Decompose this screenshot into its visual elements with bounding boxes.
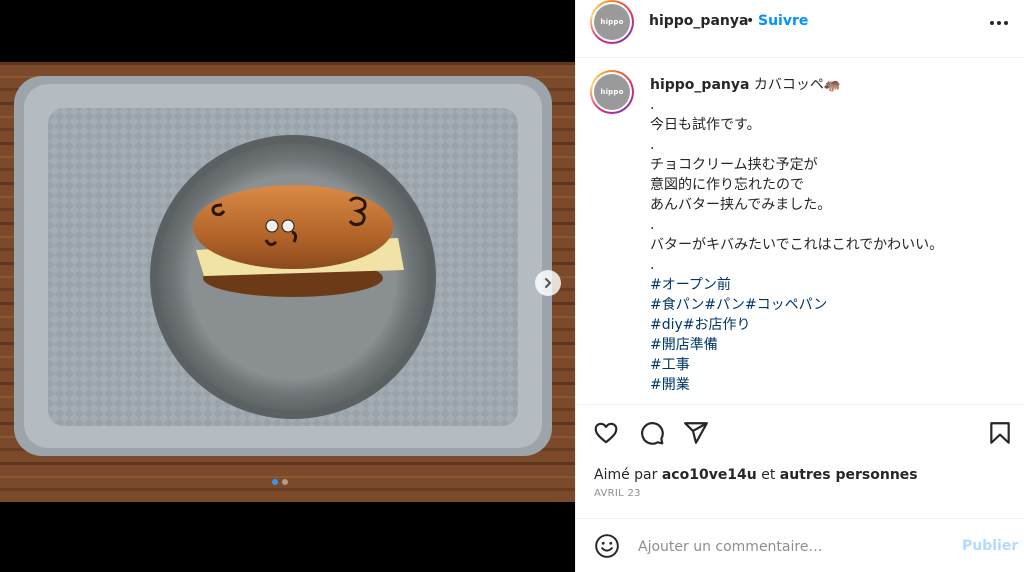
post-header: hippo hippo_panya • Suivre <box>576 0 1024 46</box>
others-link[interactable]: autres personnes <box>780 467 918 483</box>
hashtag-link[interactable]: #diy#お店作り <box>650 315 1010 335</box>
bookmark-icon <box>990 422 1010 444</box>
caption-first-line: hippo_panya カバコッペ🦛 <box>650 75 1010 95</box>
post-media <box>0 0 575 572</box>
more-dot-icon <box>990 21 994 25</box>
comment-input[interactable] <box>638 537 938 557</box>
hashtag-link[interactable]: #食パン#パン#コッペパン <box>650 295 1010 315</box>
likes-middle: et <box>761 467 776 483</box>
hashtag-link[interactable]: #オープン前 <box>650 275 1010 295</box>
post-photo[interactable] <box>0 62 575 502</box>
liker-username-link[interactable]: aco10ve14u <box>662 467 757 483</box>
comment-icon <box>641 422 664 445</box>
hashtag-link[interactable]: #開店準備 <box>650 335 1010 355</box>
hashtag-link[interactable]: #工事 <box>650 355 1010 375</box>
follow-button[interactable]: Suivre <box>758 13 808 29</box>
publish-button[interactable]: Publier <box>962 538 1018 554</box>
carousel-dot-2 <box>282 479 288 485</box>
likes-summary: Aimé par aco10ve14u et autres personnes <box>594 467 918 483</box>
likes-prefix: Aimé par <box>594 467 658 483</box>
comment-button[interactable] <box>638 419 666 447</box>
post-details-panel: hippo hippo_panya • Suivre hippo hippo_p… <box>575 0 1024 572</box>
caption-username-link[interactable]: hippo_panya <box>650 77 749 93</box>
like-button[interactable] <box>592 419 620 447</box>
header-separator: • <box>746 13 755 29</box>
avatar-border: hippo <box>592 2 632 42</box>
caption-avatar-ring[interactable]: hippo <box>590 70 634 114</box>
hashtag-link[interactable]: #開業 <box>650 375 1010 395</box>
avatar-story-ring[interactable]: hippo <box>590 0 634 44</box>
caption-line: . <box>650 217 655 233</box>
caption-avatar: hippo <box>594 74 630 110</box>
header-username-link[interactable]: hippo_panya <box>649 13 748 29</box>
chevron-right-icon <box>545 278 551 288</box>
caption-title: カバコッペ🦛 <box>753 77 842 93</box>
carousel-dots <box>272 479 288 485</box>
comment-bar: Publier <box>576 518 1024 572</box>
post-date[interactable]: AVRIL 23 <box>594 488 641 499</box>
emoji-button[interactable] <box>594 533 620 559</box>
caption-line: . <box>650 137 655 153</box>
caption-line: . <box>650 257 655 273</box>
caption-divider <box>576 404 1024 405</box>
caption-line: バターがキバみたいでこれはこれでかわいい。 <box>650 237 944 253</box>
caption-line: 今日も試作です。 <box>650 117 761 133</box>
more-dot-icon <box>1004 21 1008 25</box>
caption-line: あんバター挟んでみました。 <box>650 197 832 213</box>
caption-line: . <box>650 97 655 113</box>
caption-line: 意図的に作り忘れたので <box>650 177 804 193</box>
more-options-button[interactable] <box>988 12 1010 34</box>
carousel-dot-1 <box>272 479 278 485</box>
avatar: hippo <box>594 4 630 40</box>
caption-line: チョコクリーム挟む予定が <box>650 157 818 173</box>
avatar-border: hippo <box>592 72 632 112</box>
share-button[interactable] <box>682 419 710 447</box>
action-bar <box>576 417 1024 449</box>
save-button[interactable] <box>986 419 1014 447</box>
caption-section: hippo hippo_panya カバコッペ🦛 . 今日も試作です。 . チョ… <box>576 58 1024 403</box>
more-dot-icon <box>997 21 1001 25</box>
heart-icon <box>594 422 618 444</box>
send-icon <box>684 422 708 444</box>
next-slide-button[interactable] <box>535 270 561 296</box>
emoji-icon <box>595 534 619 558</box>
caption-text: hippo_panya カバコッペ🦛 . 今日も試作です。 . チョコクリーム挟… <box>650 75 1010 395</box>
